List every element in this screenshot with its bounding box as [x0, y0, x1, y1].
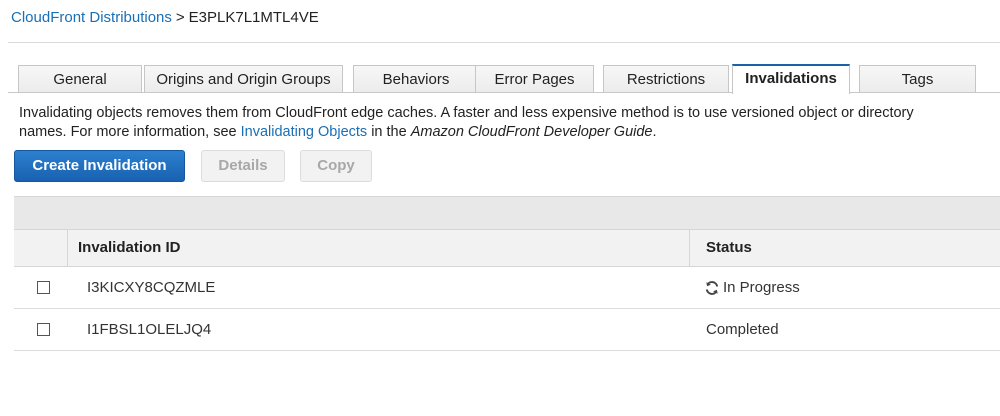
row-checkbox[interactable]	[37, 323, 50, 336]
description-text-3: .	[652, 124, 657, 140]
table-toolbar	[14, 196, 1000, 230]
header-divider	[8, 42, 1000, 43]
refresh-icon	[705, 280, 719, 295]
details-button[interactable]: Details	[201, 150, 285, 182]
status-text: In Progress	[723, 279, 800, 296]
column-header-id[interactable]: Invalidation ID	[78, 239, 181, 256]
row-checkbox[interactable]	[37, 281, 50, 294]
column-header-status[interactable]: Status	[706, 239, 752, 256]
tab-invalidations[interactable]: Invalidations	[732, 64, 850, 94]
invalidating-objects-link[interactable]: Invalidating Objects	[241, 124, 368, 140]
tab-origins[interactable]: Origins and Origin Groups	[144, 65, 343, 92]
create-invalidation-button[interactable]: Create Invalidation	[14, 150, 185, 182]
invalidations-table: Invalidation ID Status I3KICXY8CQZMLE In…	[14, 196, 1000, 351]
tab-error-pages[interactable]: Error Pages	[475, 65, 594, 92]
table-header: Invalidation ID Status	[14, 230, 1000, 267]
description-text-2: in the	[367, 124, 411, 140]
status-cell: Completed	[704, 321, 779, 338]
table-row[interactable]: I3KICXY8CQZMLE In Progress	[14, 267, 1000, 309]
table-row[interactable]: I1FBSL1OLELJQ4 Completed	[14, 309, 1000, 351]
description-text: Invalidating objects removes them from C…	[19, 104, 919, 142]
developer-guide-title: Amazon CloudFront Developer Guide	[410, 124, 653, 140]
invalidation-id: I3KICXY8CQZMLE	[87, 279, 216, 296]
tab-behaviors[interactable]: Behaviors	[353, 65, 479, 92]
column-divider	[689, 230, 690, 266]
tab-tags[interactable]: Tags	[859, 65, 976, 92]
copy-button[interactable]: Copy	[300, 150, 372, 182]
breadcrumb-link-distributions[interactable]: CloudFront Distributions	[11, 9, 172, 26]
tab-general[interactable]: General	[18, 65, 142, 92]
tab-restrictions[interactable]: Restrictions	[603, 65, 729, 92]
breadcrumb-separator: >	[175, 9, 185, 26]
status-text: Completed	[706, 321, 779, 338]
invalidation-id: I1FBSL1OLELJQ4	[87, 321, 212, 338]
select-all-column	[14, 230, 68, 266]
status-cell: In Progress	[704, 279, 800, 296]
tab-bar: General Origins and Origin Groups Behavi…	[8, 64, 1000, 94]
breadcrumb-current: E3PLK7L1MTL4VE	[188, 9, 319, 26]
breadcrumb: CloudFront Distributions > E3PLK7L1MTL4VE	[11, 9, 319, 26]
